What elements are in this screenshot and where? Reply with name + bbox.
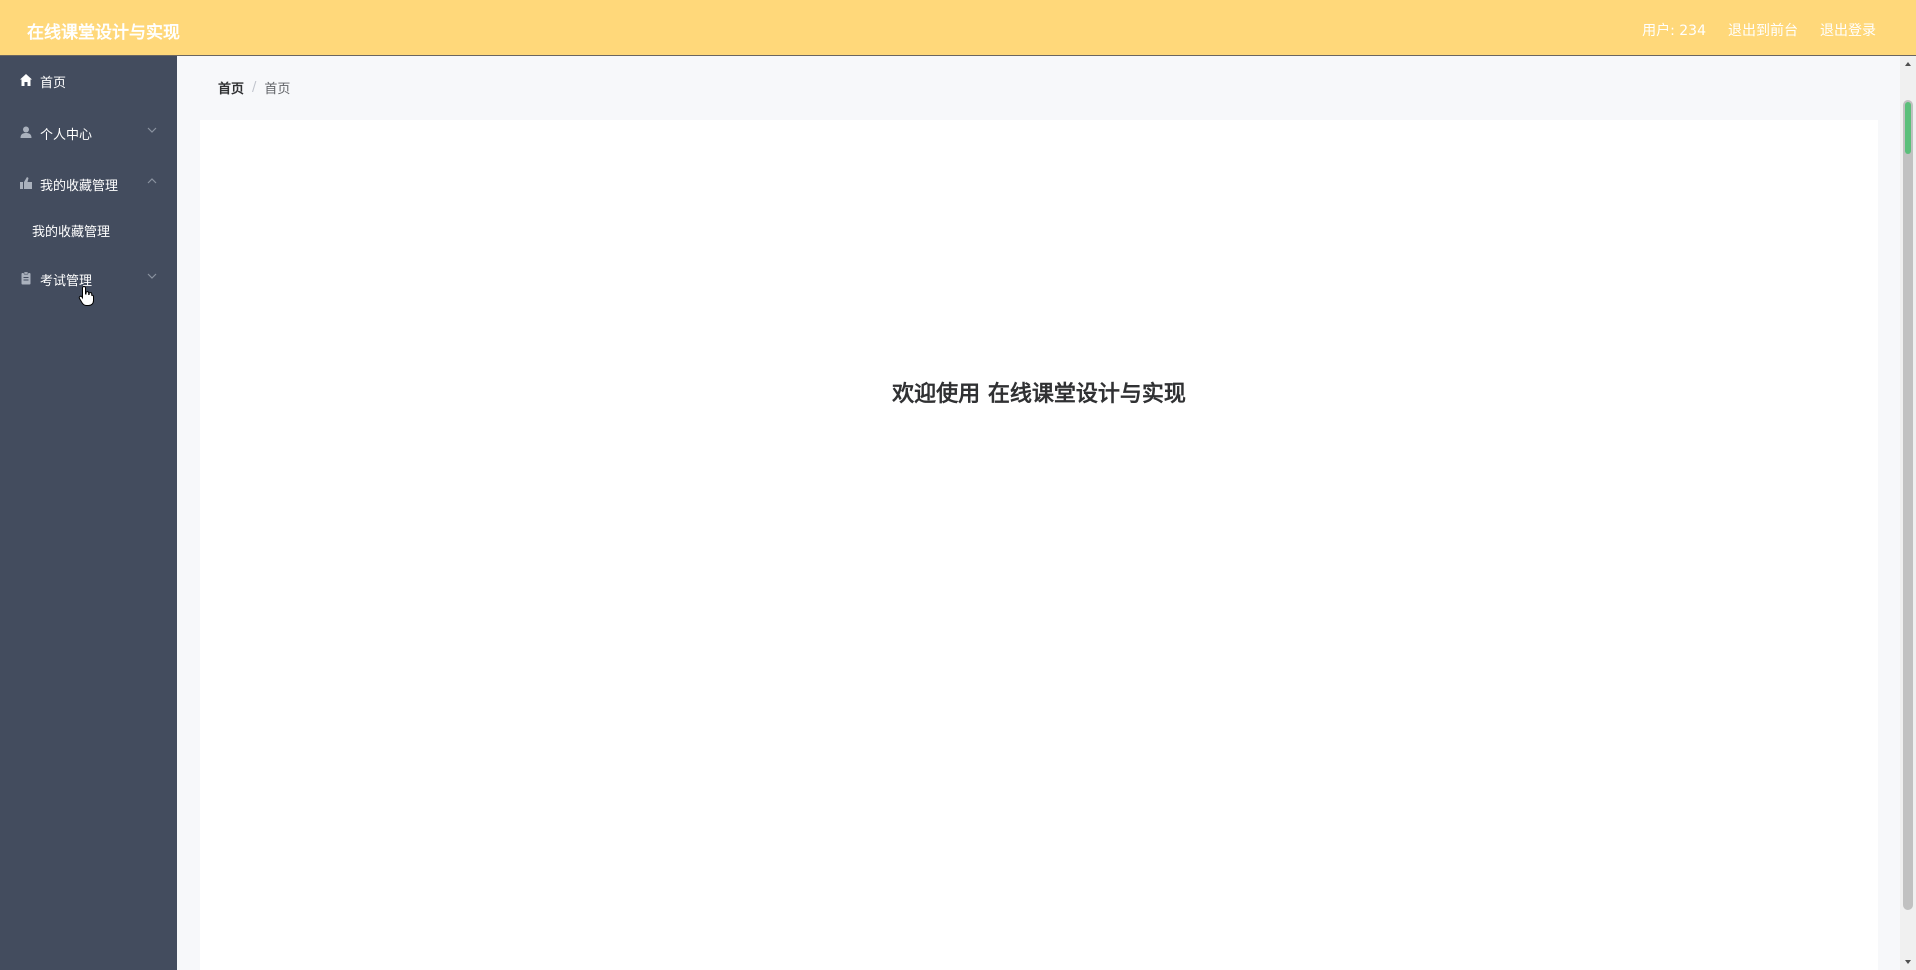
user-icon	[20, 126, 32, 138]
chevron-down-icon	[147, 273, 157, 279]
sidebar-subitem-collection[interactable]: 我的收藏管理	[0, 209, 177, 249]
breadcrumb-home[interactable]: 首页	[218, 78, 244, 97]
sidebar-item-collection[interactable]: 我的收藏管理	[0, 163, 177, 203]
scrollbar-thumb[interactable]	[1903, 100, 1913, 910]
scrollbar-marker	[1905, 102, 1911, 154]
breadcrumb-separator: /	[252, 80, 257, 95]
sidebar-item-label: 我的收藏管理	[40, 179, 119, 194]
user-label: 用户: 234	[1642, 23, 1706, 39]
chevron-up-icon	[147, 178, 157, 184]
sidebar-item-label: 个人中心	[40, 128, 93, 143]
chevron-down-icon	[147, 127, 157, 133]
hand-pointer-cursor-icon	[78, 285, 94, 306]
app-title: 在线课堂设计与实现	[27, 23, 180, 43]
sidebar-subitem-label: 我的收藏管理	[32, 225, 111, 240]
breadcrumb: 首页 / 首页	[218, 78, 290, 97]
breadcrumb-current: 首页	[264, 82, 291, 97]
sidebar-item-label: 首页	[40, 76, 67, 91]
page-scrollbar[interactable]	[1900, 56, 1916, 970]
sidebar: 首页 个人中心 我的收藏管理 我的收藏管理 考试管理	[0, 56, 177, 970]
main-content-card: 欢迎使用 在线课堂设计与实现	[200, 120, 1878, 970]
top-header-bar: 在线课堂设计与实现 用户: 234 退出到前台 退出登录	[0, 0, 1916, 56]
home-icon	[20, 74, 32, 86]
scroll-down-arrow-icon[interactable]	[1904, 958, 1912, 966]
exit-to-front-link[interactable]: 退出到前台	[1728, 20, 1798, 40]
scroll-up-arrow-icon[interactable]	[1904, 60, 1912, 68]
collection-icon	[20, 177, 32, 189]
sidebar-item-home[interactable]: 首页	[0, 60, 177, 100]
logout-link[interactable]: 退出登录	[1820, 20, 1876, 40]
header-links: 用户: 234 退出到前台 退出登录	[1642, 20, 1876, 40]
sidebar-item-personal-center[interactable]: 个人中心	[0, 112, 177, 152]
clipboard-icon	[21, 271, 31, 285]
welcome-message: 欢迎使用 在线课堂设计与实现	[892, 382, 1186, 407]
